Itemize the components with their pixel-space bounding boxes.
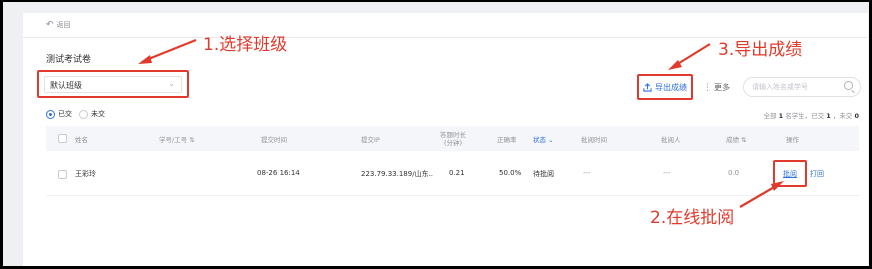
arrow-step3 <box>668 43 711 70</box>
annotation-step1: 1.选择班级 <box>203 35 288 55</box>
arrow-step2 <box>739 181 784 208</box>
arrow-step1 <box>138 38 197 64</box>
annotation-step2: 2.在线批阅 <box>650 208 735 228</box>
annotation-step3: 3.导出成绩 <box>718 40 803 60</box>
